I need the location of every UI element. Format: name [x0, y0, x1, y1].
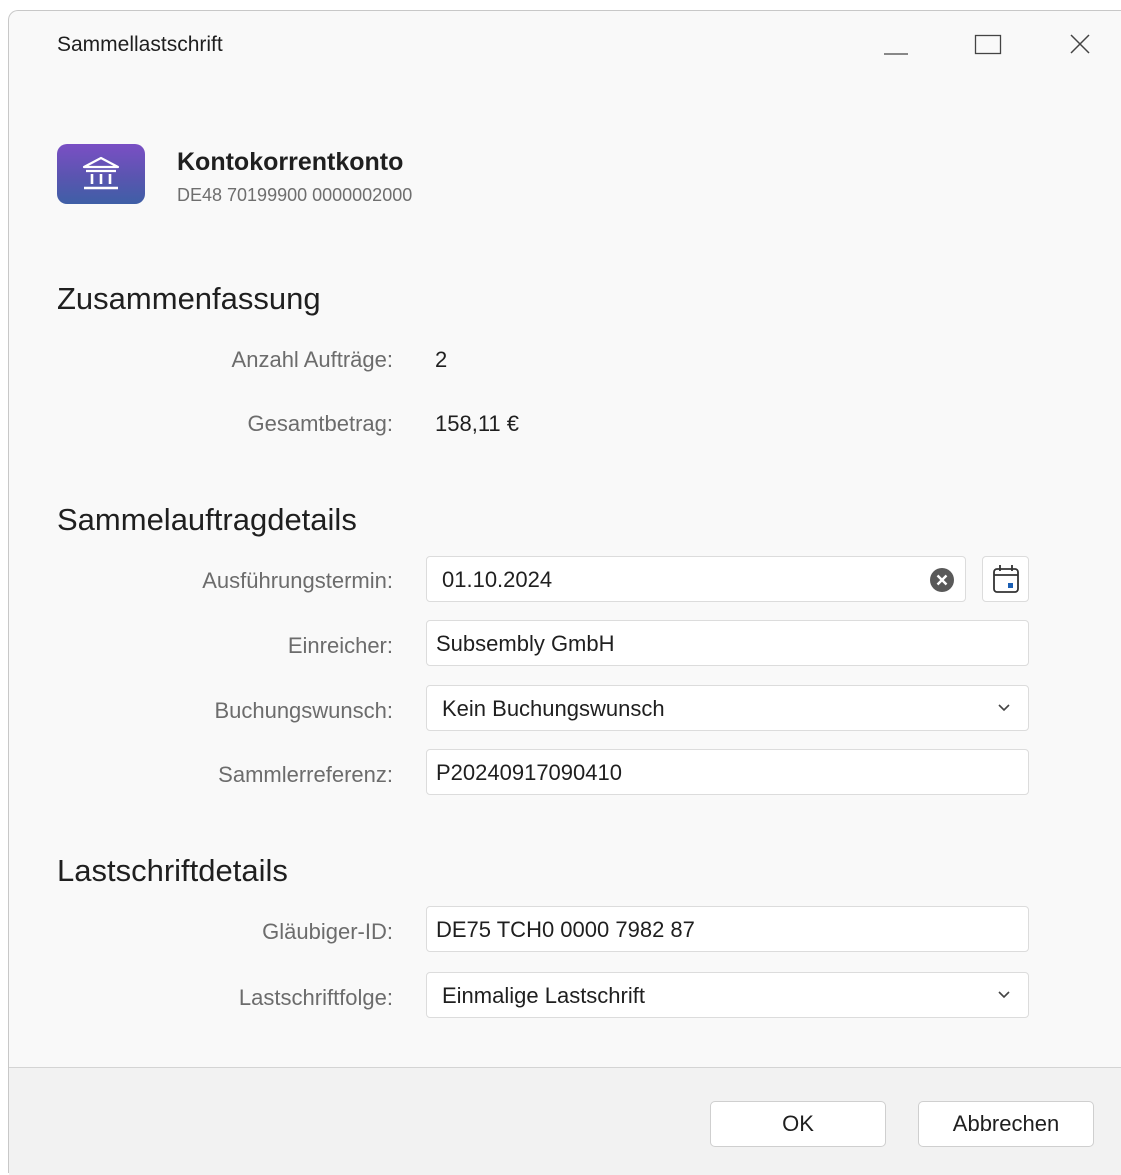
collector-reference-label: Sammlerreferenz: — [218, 762, 393, 787]
minimize-button[interactable] — [873, 21, 919, 67]
close-icon — [1070, 34, 1090, 54]
execution-date-field[interactable]: 01.10.2024 — [426, 556, 966, 602]
debit-details-heading: Lastschriftdetails — [57, 853, 288, 888]
creditor-id-field[interactable]: DE75 TCH0 0000 7982 87 — [426, 906, 1029, 952]
window-title: Sammellastschrift — [57, 33, 223, 56]
creditor-id-label: Gläubiger-ID: — [262, 919, 393, 944]
close-button[interactable] — [1057, 21, 1103, 67]
booking-request-select[interactable]: Kein Buchungswunsch — [426, 685, 1029, 731]
booking-request-value: Kein Buchungswunsch — [442, 696, 665, 721]
chevron-down-icon — [998, 991, 1010, 999]
collector-reference-value: P20240917090410 — [436, 760, 622, 785]
minimize-icon — [884, 53, 908, 55]
debit-sequence-value: Einmalige Lastschrift — [442, 983, 645, 1008]
order-count-value: 2 — [435, 347, 448, 372]
batch-details-heading: Sammelauftragdetails — [57, 502, 357, 537]
calendar-button[interactable] — [982, 556, 1029, 602]
total-amount-label: Gesamtbetrag: — [247, 411, 393, 436]
chevron-down-icon — [998, 704, 1010, 712]
maximize-icon — [974, 34, 1002, 55]
submitter-label: Einreicher: — [287, 633, 393, 658]
maximize-button[interactable] — [965, 21, 1011, 67]
clear-icon[interactable] — [929, 567, 955, 593]
debit-sequence-label: Lastschriftfolge: — [238, 985, 393, 1010]
account-iban: DE48 70199900 0000002000 — [177, 185, 413, 205]
submitter-value: Subsembly GmbH — [436, 631, 615, 656]
execution-date-value: 01.10.2024 — [442, 567, 553, 592]
cancel-button[interactable]: Abbrechen — [918, 1101, 1094, 1147]
account-name: Kontokorrentkonto — [177, 148, 404, 176]
execution-date-label: Ausführungstermin: — [202, 568, 393, 593]
debit-sequence-select[interactable]: Einmalige Lastschrift — [426, 972, 1029, 1018]
ok-button[interactable]: OK — [710, 1101, 886, 1147]
dialog-window: Sammellastschrift Kontokorrentkonto DE48… — [8, 10, 1121, 1175]
dialog-footer: OK Abbrechen — [9, 1067, 1121, 1175]
booking-request-label: Buchungswunsch: — [214, 698, 393, 723]
total-amount-value: 158,11 € — [435, 411, 520, 436]
bank-icon — [57, 144, 145, 204]
summary-heading: Zusammenfassung — [57, 281, 321, 316]
collector-reference-field[interactable]: P20240917090410 — [426, 749, 1029, 795]
creditor-id-value: DE75 TCH0 0000 7982 87 — [436, 917, 695, 942]
title-bar: Sammellastschrift — [9, 11, 1121, 81]
submitter-field[interactable]: Subsembly GmbH — [426, 620, 1029, 666]
order-count-label: Anzahl Aufträge: — [231, 347, 393, 372]
calendar-icon — [992, 565, 1019, 593]
